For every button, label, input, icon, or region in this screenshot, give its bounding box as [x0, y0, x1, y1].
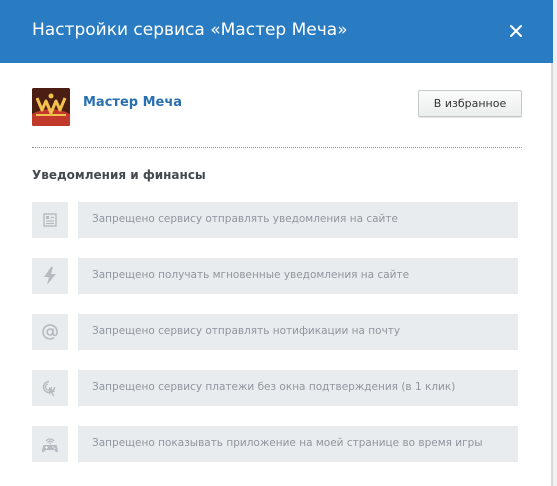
one-click-payment-icon — [32, 370, 68, 406]
dialog-header: Настройки сервиса «Мастер Меча» — [0, 0, 553, 63]
notification-list-icon — [32, 202, 68, 238]
permission-row-notifications: Запрещено сервису отправлять уведомления… — [32, 202, 518, 238]
permission-label: Запрещено получать мгновенные уведомлени… — [92, 269, 410, 281]
permission-label: Запрещено сервису отправлять нотификации… — [92, 325, 401, 337]
permission-label: Запрещено показывать приложение на моей … — [92, 437, 483, 449]
gamepad-icon — [32, 426, 68, 462]
at-sign-icon — [32, 314, 68, 350]
dialog-title: Настройки сервиса «Мастер Меча» — [32, 20, 348, 40]
permission-toggle[interactable]: Запрещено сервису отправлять уведомления… — [78, 202, 518, 238]
permission-label: Запрещено сервису платежи без окна подтв… — [92, 381, 456, 393]
settings-dialog: Настройки сервиса «Мастер Меча» Мастер М… — [0, 0, 553, 486]
add-to-favorites-button[interactable]: В избранное — [418, 90, 522, 117]
app-info: Мастер Меча В избранное — [32, 88, 522, 128]
permission-row-email: Запрещено сервису отправлять нотификации… — [32, 314, 518, 350]
lightning-icon — [32, 258, 68, 294]
close-icon[interactable] — [505, 20, 527, 42]
permission-toggle[interactable]: Запрещено получать мгновенные уведомлени… — [78, 258, 518, 294]
permission-toggle[interactable]: Запрещено сервису отправлять нотификации… — [78, 314, 518, 350]
permission-toggle[interactable]: Запрещено сервису платежи без окна подтв… — [78, 370, 518, 406]
permission-row-payments: Запрещено сервису платежи без окна подтв… — [32, 370, 518, 406]
app-name-link[interactable]: Мастер Меча — [83, 95, 182, 110]
section-title: Уведомления и финансы — [32, 168, 206, 182]
permission-label: Запрещено сервису отправлять уведомления… — [92, 213, 398, 225]
permission-row-game-display: Запрещено показывать приложение на моей … — [32, 426, 518, 462]
divider — [32, 147, 522, 148]
permission-row-instant-notifications: Запрещено получать мгновенные уведомлени… — [32, 258, 518, 294]
app-logo-icon[interactable] — [32, 88, 70, 126]
permission-toggle[interactable]: Запрещено показывать приложение на моей … — [78, 426, 518, 462]
